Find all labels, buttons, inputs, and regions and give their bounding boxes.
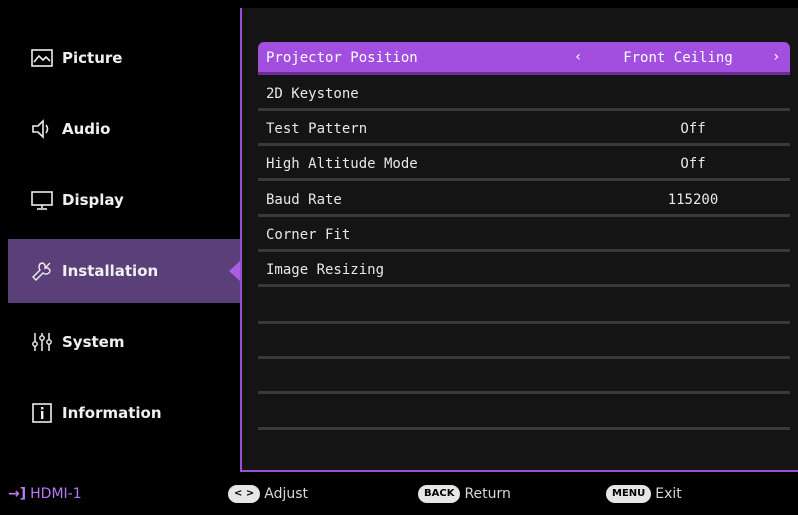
sidebar-item-installation[interactable]: Installation [8, 239, 240, 303]
menu-row-high-altitude-mode[interactable]: High Altitude Mode Off [258, 148, 790, 181]
menu-row-empty [258, 291, 790, 324]
menu-row-empty [258, 326, 790, 359]
sliders-icon [30, 330, 54, 354]
row-label: Corner Fit [266, 227, 351, 243]
input-source: →] HDMI-1 [8, 486, 82, 502]
menu-row-2d-keystone[interactable]: 2D Keystone [258, 78, 790, 111]
hint-return-label: Return [464, 486, 511, 502]
hint-return: BACK Return [418, 485, 511, 503]
sidebar-item-label: Picture [62, 49, 123, 67]
monitor-icon [30, 188, 54, 212]
row-label: Image Resizing [266, 262, 385, 278]
chevron-left-icon[interactable]: ‹ [574, 49, 582, 65]
sidebar-item-display[interactable]: Display [8, 168, 240, 232]
menu-key-icon: MENU [606, 485, 652, 503]
sidebar-item-picture[interactable]: Picture [8, 26, 240, 90]
sidebar-item-label: Display [62, 191, 124, 209]
menu-row-image-resizing[interactable]: Image Resizing [258, 254, 790, 287]
sidebar-item-label: Audio [62, 120, 111, 138]
row-label: Test Pattern [266, 121, 368, 137]
sidebar-item-system[interactable]: System [8, 310, 240, 374]
hint-adjust-label: Adjust [264, 486, 309, 502]
status-bar: →] HDMI-1 < > Adjust BACK Return MENU Ex… [0, 472, 798, 515]
menu-row-baud-rate[interactable]: Baud Rate 115200 [258, 184, 790, 217]
back-key-icon: BACK [418, 485, 461, 503]
sidebar-item-audio[interactable]: Audio [8, 97, 240, 161]
settings-panel: Projector Position ‹ Front Ceiling › 2D … [242, 8, 798, 472]
picture-icon [30, 46, 54, 70]
hint-exit: MENU Exit [606, 485, 682, 503]
row-value: 115200 [667, 192, 719, 208]
row-label: Baud Rate [266, 192, 342, 208]
projector-osd: Picture Audio Display Installation Syste [0, 0, 798, 515]
menu-row-empty [258, 397, 790, 430]
sidebar: Picture Audio Display Installation Syste [0, 0, 240, 472]
row-label: Projector Position [266, 50, 418, 66]
chevron-right-icon[interactable]: › [772, 49, 780, 65]
row-value: Front Ceiling [623, 50, 733, 66]
row-value: Off [680, 121, 706, 137]
row-value: Off [680, 156, 706, 172]
menu-row-empty [258, 361, 790, 394]
arrow-keys-icon: < > [228, 485, 261, 503]
row-label: 2D Keystone [266, 86, 359, 102]
menu-row-corner-fit[interactable]: Corner Fit [258, 219, 790, 252]
info-icon [30, 401, 54, 425]
speaker-icon [30, 117, 54, 141]
sidebar-item-label: Information [62, 404, 162, 422]
input-source-label: HDMI-1 [30, 486, 82, 502]
menu-row-test-pattern[interactable]: Test Pattern Off [258, 113, 790, 146]
wrench-icon [30, 259, 54, 283]
sidebar-item-label: Installation [62, 262, 159, 280]
hint-adjust: < > Adjust [228, 485, 308, 503]
sidebar-item-label: System [62, 333, 125, 351]
input-source-icon: →] [8, 486, 27, 502]
row-label: High Altitude Mode [266, 156, 418, 172]
sidebar-item-information[interactable]: Information [8, 381, 240, 445]
menu-row-projector-position[interactable]: Projector Position ‹ Front Ceiling › [258, 42, 790, 75]
hint-exit-label: Exit [655, 486, 682, 502]
